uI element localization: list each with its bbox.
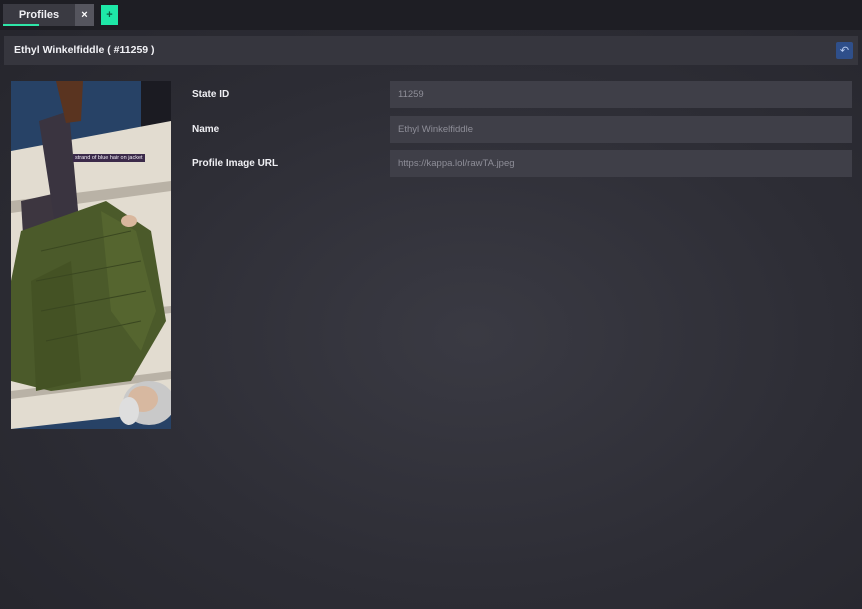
- state-id-field[interactable]: 11259: [390, 81, 852, 108]
- profile-image-url-label: Profile Image URL: [192, 158, 279, 169]
- profile-image-url-field[interactable]: https://kappa.lol/rawTA.jpeg: [390, 150, 852, 177]
- page-title: Ethyl Winkelfiddle ( #11259 ): [14, 44, 155, 56]
- active-tab-indicator: [3, 24, 39, 26]
- plus-icon: +: [106, 9, 113, 21]
- name-field[interactable]: Ethyl Winkelfiddle: [390, 116, 852, 143]
- undo-icon: ↶: [839, 45, 850, 57]
- profile-image: strand of blue hair on jacket: [11, 81, 171, 429]
- name-label: Name: [192, 124, 220, 135]
- tab-bar: Profiles × +: [0, 0, 862, 30]
- name-value: Ethyl Winkelfiddle: [398, 124, 473, 135]
- photo-caption: strand of blue hair on jacket: [73, 154, 145, 162]
- state-id-label: State ID: [192, 89, 230, 100]
- close-tab-button[interactable]: ×: [75, 4, 94, 26]
- add-tab-button[interactable]: +: [101, 5, 118, 25]
- tab-profiles[interactable]: Profiles: [3, 4, 75, 26]
- close-icon: ×: [81, 9, 88, 21]
- profile-header: Ethyl Winkelfiddle ( #11259 ) ↶: [4, 36, 858, 65]
- tab-label: Profiles: [18, 9, 60, 21]
- state-id-value: 11259: [398, 89, 424, 100]
- back-button[interactable]: ↶: [836, 42, 853, 59]
- profile-photo-illustration: [11, 81, 171, 429]
- profile-image-url-value: https://kappa.lol/rawTA.jpeg: [398, 158, 515, 169]
